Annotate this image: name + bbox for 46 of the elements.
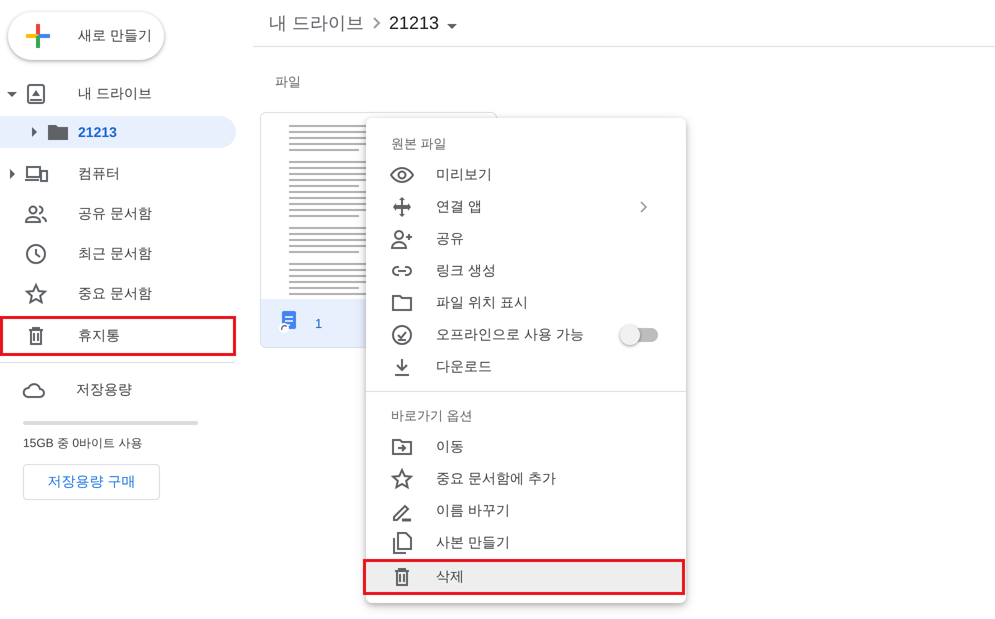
chevron-right-icon (640, 201, 648, 213)
menu-item[interactable]: 중요 문서함에 추가 (366, 463, 686, 495)
new-button[interactable]: 새로 만들기 (8, 12, 164, 60)
nav-item[interactable]: 컴퓨터 (0, 154, 236, 194)
menu-item[interactable]: 이름 바꾸기 (366, 495, 686, 527)
storage-usage: 15GB 중 0바이트 사용 (23, 435, 144, 452)
menu-section-title: 원본 파일 (390, 135, 448, 153)
caret-right-icon (32, 127, 36, 137)
menu-item[interactable]: 다운로드 (366, 351, 686, 383)
menu-item[interactable]: 연결 앱 (366, 191, 686, 223)
file-name: 1 (315, 316, 322, 330)
menu-item[interactable]: 삭제 (363, 559, 685, 595)
menu-item[interactable]: 사본 만들기 (366, 527, 686, 559)
breadcrumb-item[interactable]: 21213 (389, 12, 440, 34)
nav-item[interactable]: 최근 문서함 (0, 234, 236, 274)
menu-item[interactable]: 오프라인으로 사용 가능 (366, 319, 686, 351)
star-icon (390, 467, 414, 491)
breadcrumb-item[interactable]: 내 드라이브 (269, 11, 364, 35)
star-icon (24, 282, 48, 306)
caret-right-icon (10, 169, 14, 179)
nav-item[interactable]: 공유 문서함 (0, 194, 236, 234)
nav-item[interactable]: 중요 문서함 (0, 274, 236, 314)
storage-label: 저장용량 (76, 381, 132, 399)
dropdown-icon (447, 24, 458, 28)
menu-item[interactable]: 공유 (366, 223, 686, 255)
toggle-switch[interactable] (622, 328, 658, 342)
nav-item[interactable]: 내 드라이브 (0, 74, 236, 114)
offline-check-icon (390, 323, 414, 347)
drive-icon (24, 82, 48, 106)
menu-section-title: 바로가기 옵션 (390, 407, 474, 425)
caret-down-icon (7, 92, 17, 96)
menu-item[interactable]: 링크 생성 (366, 255, 686, 287)
menu-item[interactable]: 이동 (366, 431, 686, 463)
section-title: 파일 (275, 73, 302, 91)
menu-item[interactable]: 파일 위치 표시 (366, 287, 686, 319)
chevron-right-icon (372, 16, 382, 28)
nav-item[interactable]: 21213 (0, 116, 236, 148)
copy-icon (390, 531, 414, 555)
menu-item[interactable]: 미리보기 (366, 159, 686, 191)
buy-storage-button[interactable]: 저장용량 구매 (23, 464, 160, 500)
nav-item[interactable]: 휴지통 (0, 316, 236, 356)
person-add-icon (390, 227, 414, 251)
document-shortcut-icon (279, 310, 297, 332)
move-arrows-icon (390, 195, 414, 219)
plus-icon (26, 24, 50, 48)
clock-icon (24, 242, 48, 266)
